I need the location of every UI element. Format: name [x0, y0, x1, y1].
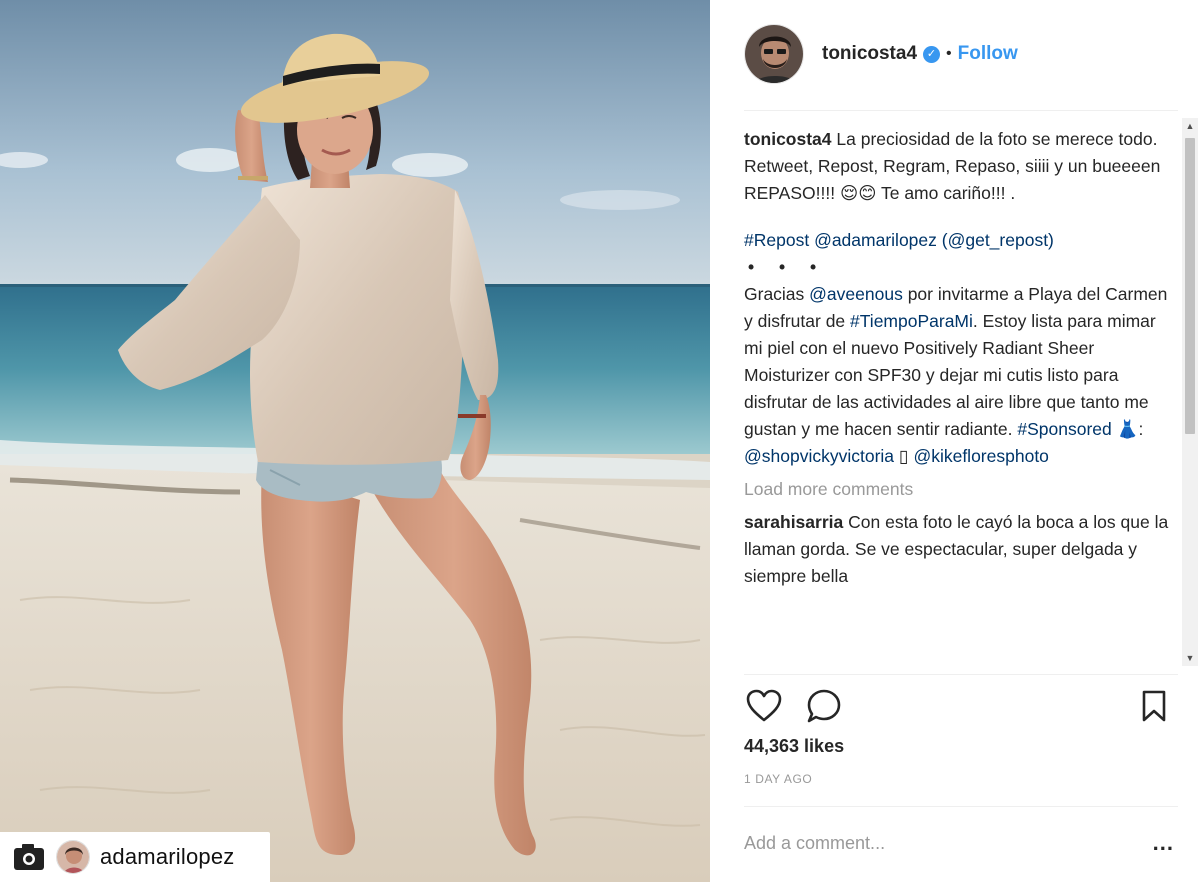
colon-text: :	[1138, 419, 1144, 439]
post-side-panel: tonicosta4 ✓ • Follow tonicosta4 La prec…	[710, 0, 1200, 882]
header-divider	[744, 110, 1178, 111]
beach-photo-illustration	[0, 0, 710, 882]
hashtag-repost[interactable]: #Repost	[744, 230, 809, 250]
hashtag-tiempoparami[interactable]: #TiempoParaMi	[850, 311, 973, 331]
hashtag-sponsored[interactable]: #Sponsored	[1017, 419, 1111, 439]
mention-kikefloresphoto[interactable]: @kikefloresphoto	[913, 446, 1048, 466]
heart-icon[interactable]	[744, 686, 784, 726]
load-more-comments-button[interactable]: Load more comments	[744, 476, 1174, 503]
caption-body-text-1: Gracias	[744, 284, 810, 304]
comment-bubble-icon[interactable]	[804, 686, 844, 726]
mention-get-repost[interactable]: (@get_repost)	[942, 230, 1054, 250]
caption-username[interactable]: tonicosta4	[744, 129, 832, 149]
repost-camera-icon	[12, 842, 48, 872]
like-count[interactable]: 44,363 likes	[744, 736, 844, 757]
post-header: tonicosta4 ✓ • Follow	[744, 22, 1174, 86]
repost-username[interactable]: adamarilopez	[100, 844, 234, 870]
caption-dots: • • •	[748, 257, 827, 277]
comments-scrollbar[interactable]: ▲ ▼	[1182, 118, 1198, 666]
mention-aveenous[interactable]: @aveenous	[809, 284, 903, 304]
verified-badge-icon: ✓	[923, 45, 941, 63]
comments-list[interactable]: tonicosta4 La preciosidad de la foto se …	[744, 126, 1174, 670]
repost-attribution[interactable]: adamarilopez	[0, 832, 270, 882]
mention-shopvickyvictoria[interactable]: @shopvickyvictoria	[744, 446, 894, 466]
actions-divider	[744, 674, 1178, 675]
comment-divider	[744, 806, 1178, 807]
add-comment-input[interactable]	[744, 832, 1153, 854]
scroll-down-arrow-icon[interactable]: ▼	[1182, 650, 1198, 666]
post-actions	[744, 684, 1174, 728]
post-photo[interactable]: adamarilopez	[0, 0, 710, 882]
separator-dot: •	[946, 45, 952, 62]
camera-emoji: ▯	[898, 446, 909, 466]
follow-button[interactable]: Follow	[958, 43, 1018, 65]
bookmark-icon[interactable]	[1134, 686, 1174, 726]
comment-item: sarahisarria Con esta foto le cayó la bo…	[744, 509, 1174, 590]
author-avatar[interactable]	[744, 24, 804, 84]
add-comment-row: ...	[744, 826, 1174, 860]
comment-username[interactable]: sarahisarria	[744, 512, 843, 532]
repost-line: #Repost @adamarilopez (@get_repost)	[744, 227, 1174, 254]
author-username[interactable]: tonicosta4	[822, 43, 917, 65]
scroll-up-arrow-icon[interactable]: ▲	[1182, 118, 1198, 134]
caption-body: Gracias @aveenous por invitarme a Playa …	[744, 281, 1174, 470]
post-timestamp[interactable]: 1 DAY AGO	[744, 772, 812, 786]
caption-comment: tonicosta4 La preciosidad de la foto se …	[744, 126, 1174, 207]
mention-adamarilopez[interactable]: @adamarilopez	[814, 230, 937, 250]
more-options-button[interactable]: ...	[1153, 830, 1174, 856]
repost-avatar	[56, 840, 90, 874]
scrollbar-thumb[interactable]	[1185, 138, 1195, 434]
dress-emoji: 👗	[1116, 419, 1139, 439]
